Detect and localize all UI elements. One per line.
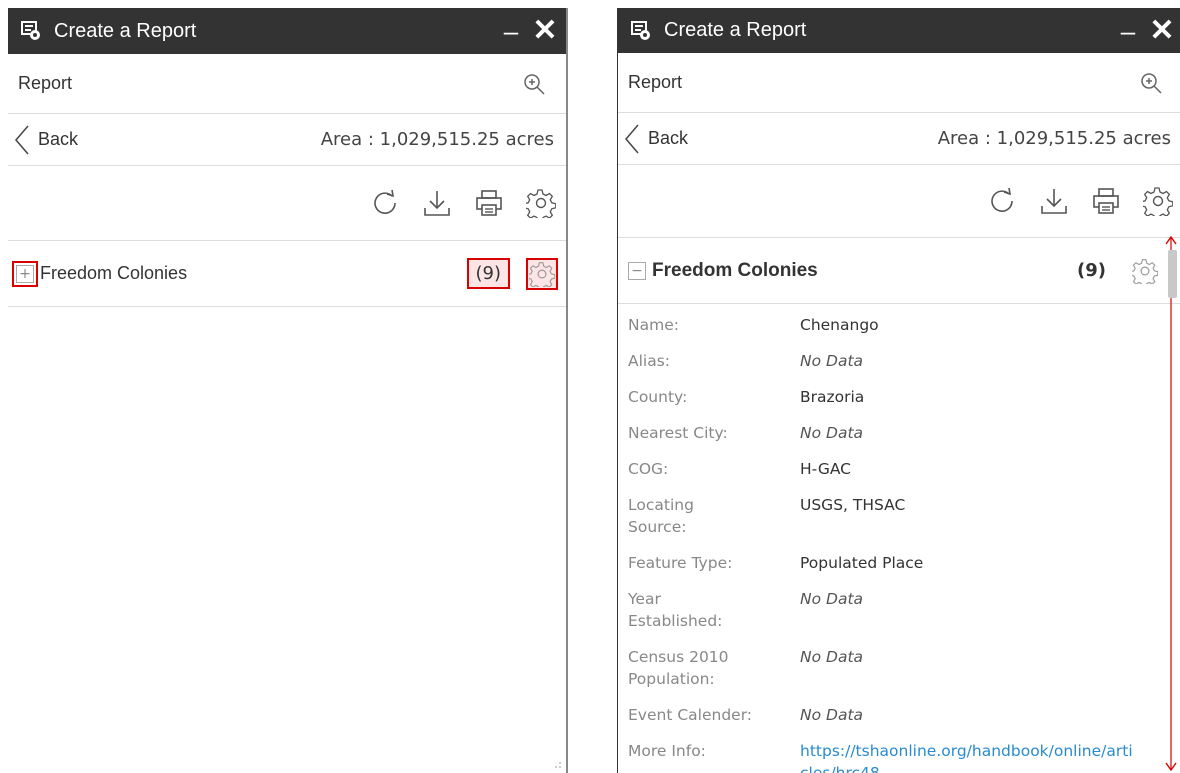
layer-settings-gear-icon[interactable] [1129, 255, 1161, 287]
report-label: Report [628, 72, 683, 92]
detail-row-alias: Alias: No Data [628, 350, 1180, 372]
title-bar: Create a Report – ✕ [8, 8, 566, 54]
layer-name: Freedom Colonies [40, 263, 188, 283]
detail-key: Name: [628, 316, 679, 334]
detail-key: Alias: [628, 352, 671, 370]
detail-key: More Info: [628, 742, 706, 760]
back-area-row: Back Area : 1,029,515.25 acres [618, 113, 1180, 165]
refresh-icon[interactable] [987, 186, 1017, 216]
report-header: Report [618, 53, 1180, 113]
back-area-row: Back Area : 1,029,515.25 acres [8, 114, 566, 166]
title-bar: Create a Report – ✕ [618, 8, 1180, 53]
detail-row-locating-source: Locating Source: USGS, THSAC [628, 494, 1180, 538]
detail-key: Event Calender: [628, 706, 753, 724]
detail-key: COG: [628, 460, 669, 478]
back-button[interactable]: Back [14, 124, 78, 156]
scrollbar[interactable] [1165, 236, 1177, 771]
detail-row-census-population: Census 2010 Population: No Data [628, 646, 1180, 690]
expand-button[interactable]: + [12, 260, 38, 287]
more-info-link[interactable]: https://tshaonline.org/handbook/online/a… [800, 740, 1140, 773]
chevron-left-icon [625, 124, 639, 153]
window-title: Create a Report [664, 19, 807, 41]
detail-key: County: [628, 388, 688, 406]
report-app-icon [630, 20, 652, 42]
detail-row-year-established: Year Established: No Data [628, 588, 1180, 632]
report-header: Report [8, 54, 566, 114]
detail-value: Chenango [800, 316, 879, 334]
detail-value: No Data [800, 706, 864, 724]
report-label: Report [18, 73, 73, 93]
layer-name: Freedom Colonies [652, 259, 818, 281]
detail-value: No Data [800, 590, 864, 608]
layer-settings-gear-icon[interactable] [526, 257, 558, 290]
zoom-in-icon[interactable] [1139, 71, 1163, 95]
detail-key: Nearest City: [628, 424, 728, 442]
resize-grip-icon[interactable] [550, 757, 562, 769]
detail-value: Brazoria [800, 388, 865, 406]
feature-count: (9) [466, 258, 510, 289]
area-readout: Area : 1,029,515.25 acres [937, 128, 1171, 149]
detail-key: Year Established: [628, 590, 723, 630]
download-icon[interactable] [1039, 186, 1069, 216]
chevron-left-icon [15, 125, 29, 154]
gear-icon[interactable] [526, 188, 556, 218]
detail-row-feature-type: Feature Type: Populated Place [628, 552, 1180, 574]
feature-count: (9) [1077, 260, 1106, 281]
refresh-icon[interactable] [370, 188, 400, 218]
detail-row-county: County: Brazoria [628, 386, 1180, 408]
download-icon[interactable] [422, 188, 452, 218]
detail-value: Populated Place [800, 554, 924, 572]
toolbar [8, 166, 566, 241]
detail-key: Locating Source: [628, 496, 694, 536]
minimize-button[interactable]: – [494, 18, 528, 44]
back-label: Back [38, 129, 79, 149]
detail-key: Feature Type: [628, 554, 733, 572]
report-panel-expanded: Create a Report – ✕ Report Back Area : 1… [617, 8, 1180, 773]
gear-icon[interactable] [1143, 186, 1173, 216]
detail-value: No Data [800, 424, 864, 442]
detail-row-name: Name: Chenango [628, 314, 1180, 336]
detail-value: H-GAC [800, 460, 851, 478]
detail-row-more-info: More Info: https://tshaonline.org/handbo… [628, 740, 1180, 773]
detail-key: Census 2010 Population: [628, 648, 729, 688]
report-panel-collapsed: Create a Report – ✕ Report Back Area : 1… [8, 8, 568, 773]
detail-value: No Data [800, 648, 864, 666]
area-readout: Area : 1,029,515.25 acres [320, 129, 554, 150]
detail-row-nearest-city: Nearest City: No Data [628, 422, 1180, 444]
minimize-button[interactable]: – [1111, 18, 1145, 44]
back-button[interactable]: Back [624, 123, 688, 155]
detail-value: No Data [800, 352, 864, 370]
close-button[interactable]: ✕ [1145, 15, 1179, 46]
print-icon[interactable] [1091, 186, 1121, 216]
detail-row-event-calender: Event Calender: No Data [628, 704, 1180, 726]
back-label: Back [648, 128, 689, 148]
close-button[interactable]: ✕ [528, 16, 562, 46]
toolbar [618, 165, 1180, 238]
detail-value: USGS, THSAC [800, 496, 906, 514]
layer-row-freedom-colonies: + Freedom Colonies (9) [8, 241, 566, 307]
scroll-thumb[interactable] [1168, 250, 1177, 298]
layer-row-freedom-colonies: − Freedom Colonies (9) [618, 238, 1180, 304]
zoom-in-icon[interactable] [522, 72, 546, 96]
report-app-icon [20, 20, 42, 42]
detail-row-cog: COG: H-GAC [628, 458, 1180, 480]
window-title: Create a Report [54, 19, 197, 42]
feature-details: Name: Chenango Alias: No Data County: Br… [618, 304, 1180, 773]
collapse-button[interactable]: − [628, 261, 646, 280]
print-icon[interactable] [474, 188, 504, 218]
